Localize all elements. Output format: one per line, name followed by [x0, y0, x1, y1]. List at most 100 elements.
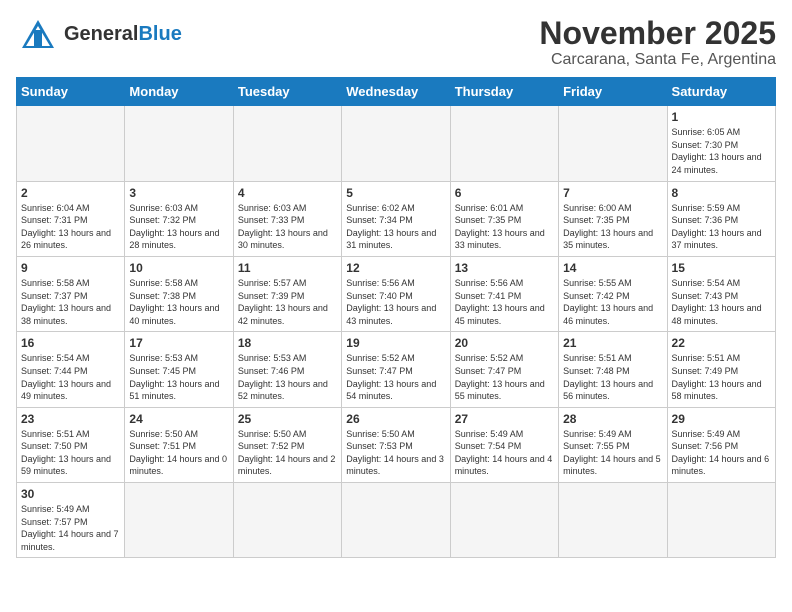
day-info: Sunrise: 5:59 AMSunset: 7:36 PMDaylight:…: [672, 202, 771, 252]
day-number: 29: [672, 412, 771, 426]
day-number: 24: [129, 412, 228, 426]
day-number: 25: [238, 412, 337, 426]
day-info: Sunrise: 6:03 AMSunset: 7:33 PMDaylight:…: [238, 202, 337, 252]
calendar-week-row: 23Sunrise: 5:51 AMSunset: 7:50 PMDayligh…: [17, 407, 776, 482]
table-row: [559, 483, 667, 558]
table-row: 30Sunrise: 5:49 AMSunset: 7:57 PMDayligh…: [17, 483, 125, 558]
table-row: [559, 106, 667, 181]
day-info: Sunrise: 5:51 AMSunset: 7:49 PMDaylight:…: [672, 352, 771, 402]
day-number: 1: [672, 110, 771, 124]
day-number: 28: [563, 412, 662, 426]
day-number: 3: [129, 186, 228, 200]
day-number: 27: [455, 412, 554, 426]
calendar-week-row: 1 Sunrise: 6:05 AMSunset: 7:30 PMDaylight…: [17, 106, 776, 181]
day-number: 9: [21, 261, 120, 275]
day-number: 30: [21, 487, 120, 501]
day-number: 11: [238, 261, 337, 275]
day-info: Sunrise: 5:51 AMSunset: 7:50 PMDaylight:…: [21, 428, 120, 478]
table-row: 15 Sunrise: 5:54 AMSunset: 7:43 PMDayligh…: [667, 256, 775, 331]
day-info: Sunrise: 5:54 AMSunset: 7:43 PMDaylight:…: [672, 277, 771, 327]
logo-text: GeneralBlue: [64, 24, 182, 45]
location-title: Carcarana, Santa Fe, Argentina: [539, 51, 776, 69]
day-info: Sunrise: 5:50 AMSunset: 7:53 PMDaylight:…: [346, 428, 445, 478]
day-info: Sunrise: 6:03 AMSunset: 7:32 PMDaylight:…: [129, 202, 228, 252]
day-number: 17: [129, 336, 228, 350]
table-row: 9 Sunrise: 5:58 AMSunset: 7:37 PMDaylight…: [17, 256, 125, 331]
day-info: Sunrise: 5:53 AMSunset: 7:46 PMDaylight:…: [238, 352, 337, 402]
day-number: 13: [455, 261, 554, 275]
table-row: 4 Sunrise: 6:03 AMSunset: 7:33 PMDaylight…: [233, 181, 341, 256]
table-row: [125, 483, 233, 558]
table-row: 2Sunrise: 6:04 AMSunset: 7:31 PMDaylight…: [17, 181, 125, 256]
table-row: 23Sunrise: 5:51 AMSunset: 7:50 PMDayligh…: [17, 407, 125, 482]
month-title: November 2025: [539, 16, 776, 51]
table-row: 10 Sunrise: 5:58 AMSunset: 7:38 PMDayligh…: [125, 256, 233, 331]
day-number: 4: [238, 186, 337, 200]
calendar-week-row: 2Sunrise: 6:04 AMSunset: 7:31 PMDaylight…: [17, 181, 776, 256]
table-row: 8Sunrise: 5:59 AMSunset: 7:36 PMDaylight…: [667, 181, 775, 256]
table-row: 14Sunrise: 5:55 AMSunset: 7:42 PMDayligh…: [559, 256, 667, 331]
day-info: Sunrise: 6:04 AMSunset: 7:31 PMDaylight:…: [21, 202, 120, 252]
day-number: 22: [672, 336, 771, 350]
day-info: Sunrise: 5:52 AMSunset: 7:47 PMDaylight:…: [455, 352, 554, 402]
table-row: 27 Sunrise: 5:49 AMSunset: 7:54 PMDayligh…: [450, 407, 558, 482]
day-info: Sunrise: 5:58 AMSunset: 7:37 PMDaylight:…: [21, 277, 120, 327]
calendar-table: Sunday Monday Tuesday Wednesday Thursday…: [16, 77, 776, 558]
day-number: 6: [455, 186, 554, 200]
table-row: 6 Sunrise: 6:01 AMSunset: 7:35 PMDaylight…: [450, 181, 558, 256]
day-info: Sunrise: 6:05 AMSunset: 7:30 PMDaylight:…: [672, 126, 771, 176]
day-info: Sunrise: 5:56 AMSunset: 7:40 PMDaylight:…: [346, 277, 445, 327]
day-number: 10: [129, 261, 228, 275]
day-info: Sunrise: 5:55 AMSunset: 7:42 PMDaylight:…: [563, 277, 662, 327]
table-row: [233, 106, 341, 181]
header-sunday: Sunday: [17, 78, 125, 106]
table-row: 21Sunrise: 5:51 AMSunset: 7:48 PMDayligh…: [559, 332, 667, 407]
table-row: [342, 483, 450, 558]
table-row: 7Sunrise: 6:00 AMSunset: 7:35 PMDaylight…: [559, 181, 667, 256]
day-number: 20: [455, 336, 554, 350]
day-info: Sunrise: 5:49 AMSunset: 7:54 PMDaylight:…: [455, 428, 554, 478]
day-info: Sunrise: 5:50 AMSunset: 7:51 PMDaylight:…: [129, 428, 228, 478]
day-info: Sunrise: 5:52 AMSunset: 7:47 PMDaylight:…: [346, 352, 445, 402]
calendar-week-row: 9 Sunrise: 5:58 AMSunset: 7:37 PMDaylight…: [17, 256, 776, 331]
table-row: 12Sunrise: 5:56 AMSunset: 7:40 PMDayligh…: [342, 256, 450, 331]
table-row: [17, 106, 125, 181]
table-row: 16 Sunrise: 5:54 AMSunset: 7:44 PMDayligh…: [17, 332, 125, 407]
table-row: 11Sunrise: 5:57 AMSunset: 7:39 PMDayligh…: [233, 256, 341, 331]
table-row: 13Sunrise: 5:56 AMSunset: 7:41 PMDayligh…: [450, 256, 558, 331]
table-row: 5 Sunrise: 6:02 AMSunset: 7:34 PMDaylight…: [342, 181, 450, 256]
header-saturday: Saturday: [667, 78, 775, 106]
table-row: 24 Sunrise: 5:50 AMSunset: 7:51 PMDayligh…: [125, 407, 233, 482]
table-row: [125, 106, 233, 181]
header-friday: Friday: [559, 78, 667, 106]
day-info: Sunrise: 5:49 AMSunset: 7:55 PMDaylight:…: [563, 428, 662, 478]
day-info: Sunrise: 5:50 AMSunset: 7:52 PMDaylight:…: [238, 428, 337, 478]
day-number: 18: [238, 336, 337, 350]
table-row: [342, 106, 450, 181]
table-row: [450, 483, 558, 558]
table-row: 1 Sunrise: 6:05 AMSunset: 7:30 PMDaylight…: [667, 106, 775, 181]
logo: GeneralBlue: [16, 16, 182, 52]
day-info: Sunrise: 5:58 AMSunset: 7:38 PMDaylight:…: [129, 277, 228, 327]
day-info: Sunrise: 5:53 AMSunset: 7:45 PMDaylight:…: [129, 352, 228, 402]
table-row: 20 Sunrise: 5:52 AMSunset: 7:47 PMDayligh…: [450, 332, 558, 407]
day-info: Sunrise: 6:01 AMSunset: 7:35 PMDaylight:…: [455, 202, 554, 252]
day-info: Sunrise: 6:02 AMSunset: 7:34 PMDaylight:…: [346, 202, 445, 252]
title-area: November 2025 Carcarana, Santa Fe, Argen…: [539, 16, 776, 69]
day-number: 15: [672, 261, 771, 275]
table-row: 22 Sunrise: 5:51 AMSunset: 7:49 PMDayligh…: [667, 332, 775, 407]
calendar-week-row: 30Sunrise: 5:49 AMSunset: 7:57 PMDayligh…: [17, 483, 776, 558]
day-number: 7: [563, 186, 662, 200]
table-row: [233, 483, 341, 558]
calendar-week-row: 16 Sunrise: 5:54 AMSunset: 7:44 PMDayligh…: [17, 332, 776, 407]
table-row: 29Sunrise: 5:49 AMSunset: 7:56 PMDayligh…: [667, 407, 775, 482]
header-monday: Monday: [125, 78, 233, 106]
header-wednesday: Wednesday: [342, 78, 450, 106]
day-number: 21: [563, 336, 662, 350]
table-row: [667, 483, 775, 558]
day-number: 16: [21, 336, 120, 350]
day-info: Sunrise: 5:54 AMSunset: 7:44 PMDaylight:…: [21, 352, 120, 402]
day-number: 5: [346, 186, 445, 200]
table-row: 18 Sunrise: 5:53 AMSunset: 7:46 PMDayligh…: [233, 332, 341, 407]
table-row: 26Sunrise: 5:50 AMSunset: 7:53 PMDayligh…: [342, 407, 450, 482]
